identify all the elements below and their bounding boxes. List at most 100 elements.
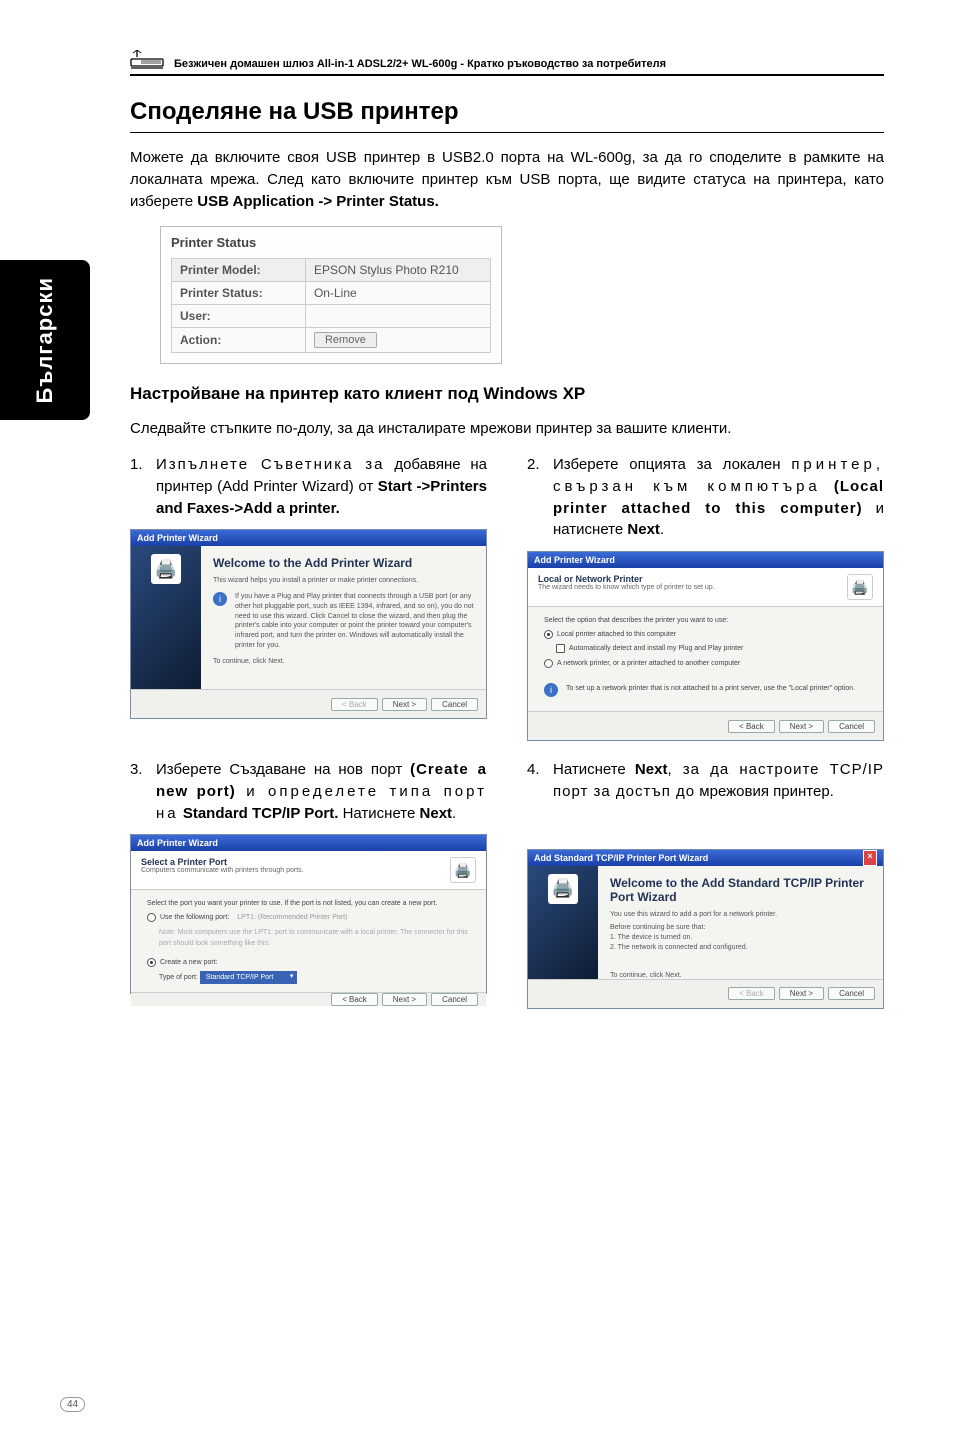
step-2-text-f: . — [660, 521, 664, 538]
wizard-4-b1: 1. The device is turned on. — [610, 933, 871, 943]
wizard-1-back-button[interactable]: < Back — [331, 698, 378, 711]
info-icon: i — [213, 592, 227, 606]
section-title: Споделяне на USB принтер — [130, 98, 884, 133]
action-cell: Remove — [305, 328, 490, 353]
printer-model-value: EPSON Stylus Photo R210 — [305, 259, 490, 282]
wizard-1-cancel-button[interactable]: Cancel — [431, 698, 478, 711]
printer-status-value: On-Line — [305, 282, 490, 305]
wizard-1-heading: Welcome to the Add Printer Wizard — [213, 556, 474, 570]
step-2-num: 2. — [527, 454, 543, 541]
wizard-2-radio-network[interactable]: A network printer, or a printer attached… — [544, 658, 867, 669]
step-3-text-h: . — [452, 805, 456, 822]
intro-paragraph: Можете да включите своя USB принтер в US… — [130, 147, 884, 212]
step-2: 2. Изберете опцията за локален принтер, … — [527, 454, 884, 541]
wizard-4-cancel-button[interactable]: Cancel — [828, 987, 875, 1000]
wizard-4-titlebar: Add Standard TCP/IP Printer Port Wizard — [534, 850, 708, 866]
intro-bold: USB Application -> Printer Status. — [197, 193, 439, 210]
wizard-1-line1: This wizard helps you install a printer … — [213, 576, 474, 586]
step-3-bold-e: Standard TCP/IP Port. — [183, 805, 339, 822]
table-row: Printer Model: EPSON Stylus Photo R210 — [172, 259, 491, 282]
step-4-bold-b: Next — [635, 761, 668, 778]
wizard-3-opt1-label: Use the following port: — [160, 912, 229, 923]
step-4-text-d: мрежовия принтер. — [695, 783, 834, 800]
wizard-2-opt1a-label: Automatically detect and install my Plug… — [569, 643, 743, 654]
step-1-text-a: Изпълнете Съветника за — [156, 456, 385, 473]
wizard-3-titlebar: Add Printer Wizard — [131, 835, 486, 851]
step-4-num: 4. — [527, 759, 543, 803]
language-label: Български — [32, 277, 58, 403]
wizard-3-opt1-value: LPT1: (Recommended Printer Port) — [237, 912, 347, 923]
step-1: 1. Изпълнете Съветника за добавяне на пр… — [130, 454, 487, 519]
wizard-screenshot-1: Add Printer Wizard 🖨️ Welcome to the Add… — [130, 529, 487, 719]
wizard-3-cancel-button[interactable]: Cancel — [431, 993, 478, 1006]
wizard-2-next-button[interactable]: Next > — [779, 720, 824, 733]
printer-icon: 🖨️ — [151, 554, 181, 584]
step-3: 3. Изберете Създаване на нов порт (Creat… — [130, 759, 487, 824]
wizard-2-sub: The wizard needs to know which type of p… — [538, 584, 715, 591]
wizard-1-titlebar: Add Printer Wizard — [131, 530, 486, 546]
router-icon — [130, 50, 164, 72]
wizard-1-continue: To continue, click Next. — [213, 657, 474, 667]
close-icon[interactable]: × — [863, 850, 877, 866]
page-header: Безжичен домашен шлюз All-in-1 ADSL2/2+ … — [130, 50, 884, 76]
radio-off-icon — [544, 659, 553, 668]
wizard-2-heading: Local or Network Printer — [538, 574, 715, 584]
step-1-num: 1. — [130, 454, 146, 519]
header-product-line: Безжичен домашен шлюз All-in-1 ADSL2/2+ … — [174, 58, 666, 70]
wizard-4-heading: Welcome to the Add Standard TCP/IP Print… — [610, 876, 871, 904]
table-row: Action: Remove — [172, 328, 491, 353]
info-icon: i — [544, 683, 558, 697]
printer-model-label: Printer Model: — [172, 259, 306, 282]
wizard-screenshot-2: Add Printer Wizard Local or Network Prin… — [527, 551, 884, 741]
wizard-2-info: To set up a network printer that is not … — [566, 683, 867, 697]
table-row: User: — [172, 305, 491, 328]
wizard-3-radio-newport[interactable]: Create a new port: — [147, 957, 470, 968]
wizard-3-heading: Select a Printer Port — [141, 857, 304, 867]
wizard-2-radio-local[interactable]: Local printer attached to this computer — [544, 629, 867, 640]
action-label: Action: — [172, 328, 306, 353]
wizard-3-radio-useport[interactable]: Use the following port: LPT1: (Recommend… — [147, 912, 470, 923]
wizard-2-opt1-label: Local printer attached to this computer — [557, 629, 676, 640]
wizard-2-prompt: Select the option that describes the pri… — [544, 615, 867, 626]
step-3-text-f: Натиснете — [338, 805, 419, 822]
sub-paragraph: Следвайте стъпките по-долу, за да инстал… — [130, 418, 884, 440]
wizard-2-cancel-button[interactable]: Cancel — [828, 720, 875, 733]
printer-status-box: Printer Status Printer Model: EPSON Styl… — [160, 226, 502, 364]
checkbox-icon — [556, 644, 565, 653]
step-3-num: 3. — [130, 759, 146, 824]
subheading: Настройване на принтер като клиент под W… — [130, 384, 884, 404]
remove-button[interactable]: Remove — [314, 332, 377, 348]
step-4-text-a: Натиснете — [553, 761, 635, 778]
radio-off-icon — [147, 913, 156, 922]
wizard-1-info: If you have a Plug and Play printer that… — [235, 592, 474, 651]
wizard-2-back-button[interactable]: < Back — [728, 720, 775, 733]
wizard-1-next-button[interactable]: Next > — [382, 698, 427, 711]
wizard-4-continue: To continue, click Next. — [610, 971, 871, 979]
wizard-3-typeport-label: Type of port: — [159, 974, 198, 981]
radio-on-icon — [544, 630, 553, 639]
printer-icon: 🖨️ — [847, 574, 873, 600]
wizard-4-sidebar: 🖨️ — [528, 866, 598, 979]
wizard-3-porttype-dropdown[interactable]: Standard TCP/IP Port — [200, 971, 297, 984]
printer-icon: 🖨️ — [548, 874, 578, 904]
user-value — [305, 305, 490, 328]
printer-status-label: Printer Status: — [172, 282, 306, 305]
wizard-3-back-button[interactable]: < Back — [331, 993, 378, 1006]
wizard-screenshot-3: Add Printer Wizard Select a Printer Port… — [130, 834, 487, 994]
language-side-tab: Български — [0, 260, 90, 420]
wizard-1-sidebar: 🖨️ — [131, 546, 201, 689]
table-row: Printer Status: On-Line — [172, 282, 491, 305]
wizard-3-next-button[interactable]: Next > — [382, 993, 427, 1006]
step-3-bold-g: Next — [420, 805, 453, 822]
step-2-text-a: Изберете опцията за локален — [553, 456, 791, 473]
wizard-4-next-button[interactable]: Next > — [779, 987, 824, 1000]
wizard-2-checkbox-autodetect[interactable]: Automatically detect and install my Plug… — [556, 643, 867, 654]
wizard-4-back-button[interactable]: < Back — [728, 987, 775, 1000]
step-4: 4. Натиснете Next, за да настроите TCP/I… — [527, 759, 884, 803]
wizard-2-opt2-label: A network printer, or a printer attached… — [557, 658, 740, 669]
printer-status-table: Printer Model: EPSON Stylus Photo R210 P… — [171, 258, 491, 353]
wizard-4-b2: 2. The network is connected and configur… — [610, 943, 871, 953]
step-2-bold-e: Next — [627, 521, 660, 538]
printer-status-title: Printer Status — [161, 227, 501, 252]
step-3-text-a: Изберете Създаване на нов порт — [156, 761, 410, 778]
